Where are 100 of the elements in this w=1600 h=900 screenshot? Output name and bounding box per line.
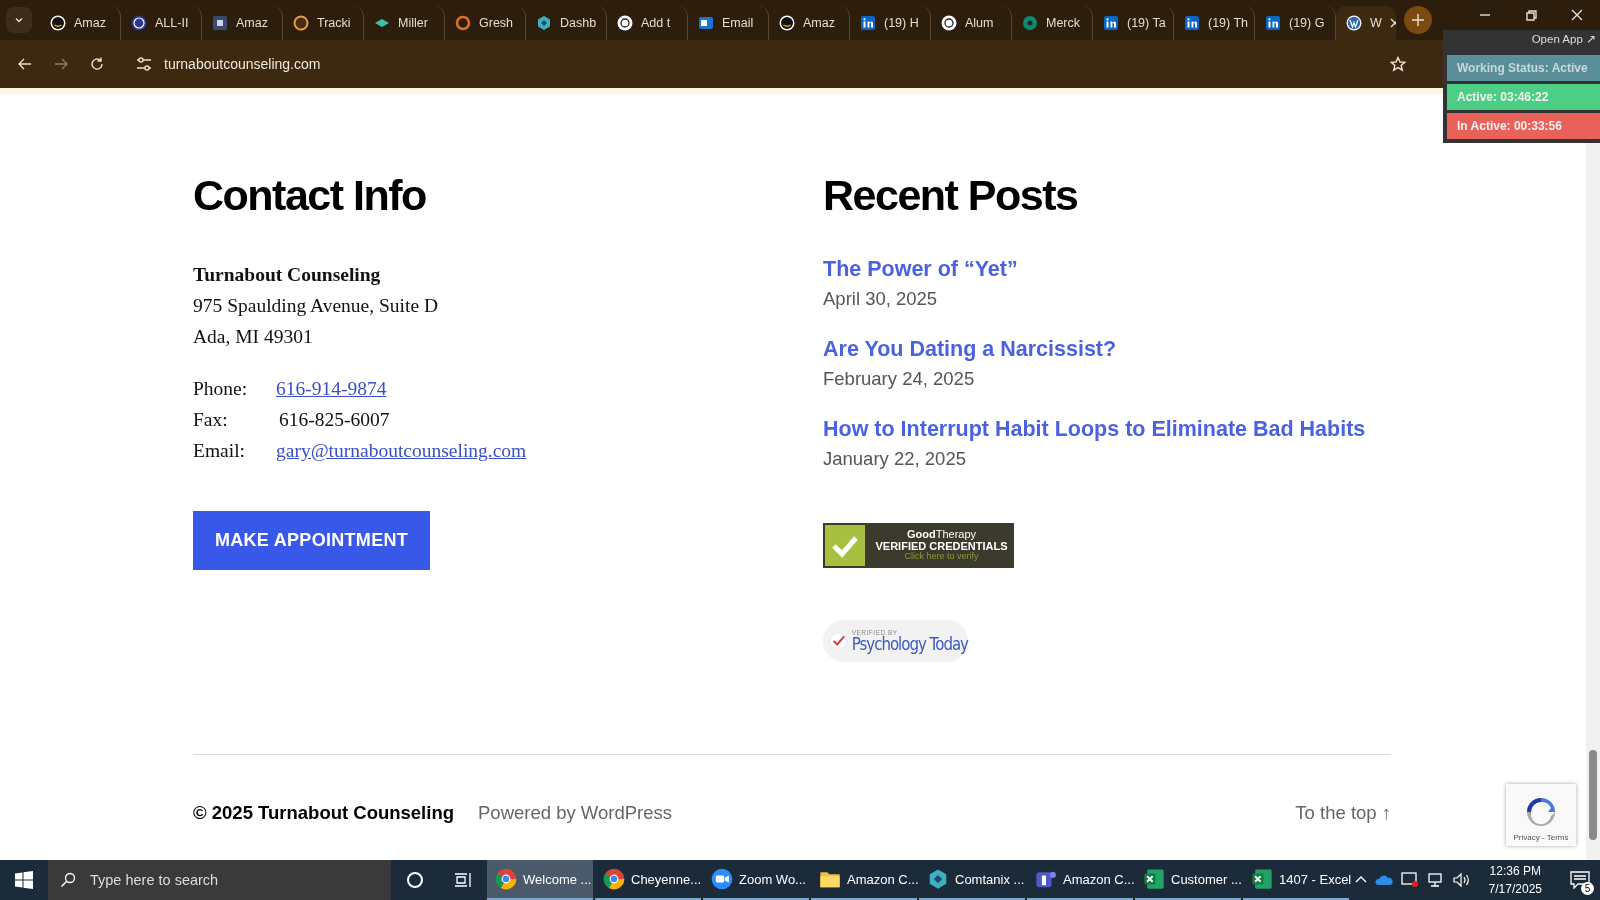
hexagon-logo-icon [536, 15, 552, 31]
address-line: Ada, MI 49301 [193, 325, 314, 349]
tab-title: W [1370, 16, 1382, 30]
notification-count: 5 [1581, 882, 1594, 895]
post-date: April 30, 2025 [823, 288, 938, 310]
linkedin-icon [1184, 15, 1200, 31]
plus-icon [1411, 13, 1425, 27]
windows-logo-icon [15, 871, 33, 889]
recaptcha-widget[interactable]: Privacy - Terms [1506, 784, 1576, 846]
new-tab-button[interactable] [1404, 6, 1432, 34]
contact-label: Email: [193, 439, 245, 463]
post-link[interactable]: Are You Dating a Narcissist? [823, 337, 1117, 362]
tab-title: Amaz [74, 16, 106, 30]
badge-hint: Click here to verify [904, 552, 979, 562]
ring-logo-icon [455, 15, 471, 31]
mail-icon [698, 15, 714, 31]
tab-title: (19) Th [1208, 16, 1249, 30]
tab-title: Alum [965, 16, 994, 30]
taskbar-app[interactable]: Welcome ... [487, 860, 593, 900]
checkmark-icon [825, 525, 865, 566]
back-to-top-link[interactable]: To the top ↑ [1295, 801, 1391, 824]
post-link[interactable]: How to Interrupt Habit Loops to Eliminate Bad Habits [823, 417, 1366, 442]
badge-brand: GoodTherapy [906, 529, 977, 541]
search-icon [60, 872, 76, 888]
contact-label: Phone: [193, 377, 248, 401]
section-heading: Contact Info [193, 174, 427, 217]
volume-icon[interactable] [1452, 872, 1471, 888]
badge-title: Psychology Today [851, 635, 968, 654]
task-view-icon [454, 871, 472, 889]
organization-name: Turnabout Counseling [193, 263, 382, 287]
contact-value: 616-825-6007 [278, 408, 390, 432]
scrollbar-thumb[interactable] [1589, 750, 1597, 840]
post-link[interactable]: The Power of “Yet” [823, 257, 1018, 282]
contact-label: Fax: [193, 408, 228, 432]
address-field[interactable]: turnaboutcounseling.com [164, 56, 321, 72]
copyright-text: © 2025 Turnabout Counseling [193, 801, 454, 824]
taskbar-app[interactable]: Amazon C... [811, 860, 917, 900]
tab-title: (19) G [1289, 16, 1325, 30]
tab-title: Email [722, 16, 754, 30]
contact-link[interactable]: gary@turnaboutcounseling.com [276, 435, 527, 466]
hexagon-logo-icon [927, 868, 949, 890]
smile-logo-icon [779, 15, 795, 31]
section-heading: Recent Posts [823, 174, 1079, 217]
circle-logo-icon [131, 15, 147, 31]
post-date: January 22, 2025 [823, 448, 966, 470]
tab-title: Dashb [560, 16, 597, 30]
reload-icon [89, 56, 105, 72]
taskbar-app[interactable]: Customer ... [1135, 860, 1241, 900]
tab-title: Add t [641, 16, 671, 30]
search-box[interactable]: Type here to search [48, 860, 391, 900]
network-icon[interactable] [1426, 872, 1445, 888]
close-icon [1571, 9, 1583, 21]
spreadsheet-icon [1251, 868, 1273, 890]
browser-tab[interactable]: W [1336, 6, 1396, 40]
site-settings-icon[interactable] [134, 54, 154, 74]
linkedin-icon [1265, 15, 1281, 31]
tab-title: Merck [1046, 16, 1081, 30]
tab-title: (19) H [884, 16, 919, 30]
taskbar-app[interactable]: Amazon C... [1027, 860, 1133, 900]
monitor-alert-icon[interactable] [1400, 872, 1419, 888]
contact-link[interactable]: 616-914-9874 [276, 373, 387, 404]
time-text: 12:36 PM [1489, 863, 1541, 880]
tab-title: Gresh [479, 16, 514, 30]
status-bar: Working Status: Active [1447, 55, 1600, 81]
linkedin-icon [1103, 15, 1119, 31]
open-app-link[interactable]: Open App ↗ [1527, 30, 1600, 52]
taskbar-app[interactable]: Comtanix ... [919, 860, 1025, 900]
taskbar-app[interactable]: Cheyenne... [595, 860, 701, 900]
bookmark-star-icon[interactable] [1390, 56, 1406, 72]
forward-arrow-icon [53, 56, 69, 72]
chrome-icon [495, 868, 517, 890]
cloud-icon[interactable] [1374, 874, 1393, 886]
zoom-icon [711, 868, 733, 890]
post-date: February 24, 2025 [823, 368, 975, 390]
chrome-icon [603, 868, 625, 890]
recaptcha-logo-icon [1524, 795, 1558, 829]
square-logo-icon [212, 15, 228, 31]
back-arrow-icon [17, 56, 33, 72]
active-time-bar: Active: 03:46:22 [1447, 84, 1600, 110]
linkedin-icon [860, 15, 876, 31]
close-icon[interactable] [1389, 18, 1396, 28]
wordpress-logo-icon [1346, 15, 1362, 31]
tab-title: Amaz [803, 16, 835, 30]
credentials-badge[interactable]: GoodTherapy VERIFIED CREDENTIALS Click here to verify [823, 523, 1014, 568]
inactive-time-bar: In Active: 00:33:56 [1447, 113, 1600, 139]
tab-title: Miller [398, 16, 428, 30]
badge-title: VERIFIED CREDENTIALS [875, 540, 1008, 552]
taskbar-app[interactable]: 1407 - Excel [1243, 860, 1349, 900]
privacy-terms-links[interactable]: Privacy - Terms [1513, 833, 1569, 842]
tab-title: (19) Ta [1127, 16, 1166, 30]
taskbar-app[interactable]: Zoom Wo... [703, 860, 809, 900]
tab-title: ALL-II [155, 16, 189, 30]
circle-icon [406, 871, 424, 889]
date-text: 7/17/2025 [1488, 881, 1542, 898]
powered-by-link[interactable]: Powered by WordPress [478, 801, 672, 824]
search-field[interactable]: Type here to search [88, 871, 372, 889]
tab-title: Amaz [236, 16, 268, 30]
appointment-button[interactable]: MAKE APPOINTMENT [193, 511, 430, 570]
restore-icon [1525, 9, 1537, 21]
clock[interactable]: 12:36 PM 7/17/2025 [1478, 862, 1552, 898]
